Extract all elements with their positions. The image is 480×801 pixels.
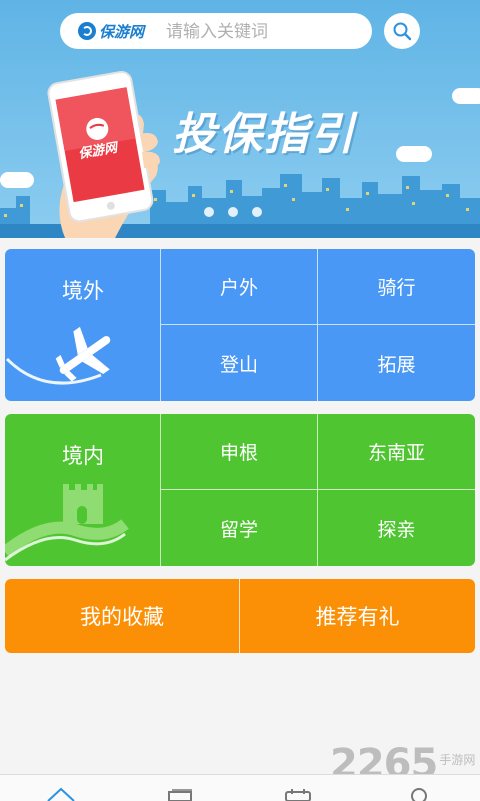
domestic-tile[interactable]: 境内 bbox=[5, 414, 161, 566]
action-row: 我的收藏 推荐有礼 bbox=[5, 579, 475, 653]
overseas-item-hiking[interactable]: 登山 bbox=[161, 325, 318, 401]
airplane-icon bbox=[5, 326, 111, 385]
carousel-dot[interactable] bbox=[228, 207, 238, 217]
watermark-suffix: 手游网 bbox=[439, 753, 476, 767]
overseas-label: 境外 bbox=[62, 279, 104, 303]
domestic-section: 境内 申根 东南亚 留学 探亲 bbox=[5, 414, 475, 566]
search-bar[interactable]: 保游网 bbox=[60, 13, 372, 49]
overseas-item-team-building[interactable]: 拓展 bbox=[318, 325, 475, 401]
domestic-item-family-visit[interactable]: 探亲 bbox=[318, 490, 475, 566]
app-logo: 保游网 bbox=[78, 21, 144, 41]
search-button[interactable] bbox=[384, 13, 420, 49]
logo-icon bbox=[78, 22, 96, 40]
carousel-dot[interactable] bbox=[204, 207, 214, 217]
home-icon[interactable] bbox=[46, 787, 76, 801]
domestic-label: 境内 bbox=[62, 444, 104, 468]
great-wall-icon bbox=[5, 484, 129, 562]
domestic-item-schengen[interactable]: 申根 bbox=[161, 414, 318, 490]
carousel-indicator bbox=[204, 207, 262, 217]
domestic-item-study-abroad[interactable]: 留学 bbox=[161, 490, 318, 566]
domestic-item-southeast-asia[interactable]: 东南亚 bbox=[318, 414, 475, 490]
overseas-section: 境外 户外 骑行 登山 拓展 bbox=[5, 249, 475, 401]
search-input[interactable] bbox=[164, 18, 368, 46]
cloud-decoration bbox=[452, 88, 480, 104]
bottom-nav bbox=[0, 774, 480, 801]
carousel-dot[interactable] bbox=[252, 207, 262, 217]
search-icon bbox=[393, 22, 412, 41]
list-icon[interactable] bbox=[166, 789, 194, 801]
overseas-item-cycling[interactable]: 骑行 bbox=[318, 249, 475, 325]
logo-text: 保游网 bbox=[99, 22, 145, 41]
user-icon[interactable] bbox=[408, 787, 430, 801]
referral-button[interactable]: 推荐有礼 bbox=[240, 579, 475, 653]
cloud-decoration bbox=[396, 146, 432, 162]
banner[interactable]: 保游网 投保指引 保游网 bbox=[0, 0, 480, 238]
favorites-button[interactable]: 我的收藏 bbox=[5, 579, 240, 653]
overseas-item-outdoor[interactable]: 户外 bbox=[161, 249, 318, 325]
overseas-tile[interactable]: 境外 bbox=[5, 249, 161, 401]
calendar-icon[interactable] bbox=[284, 789, 312, 801]
banner-title: 投保指引 bbox=[172, 109, 356, 160]
